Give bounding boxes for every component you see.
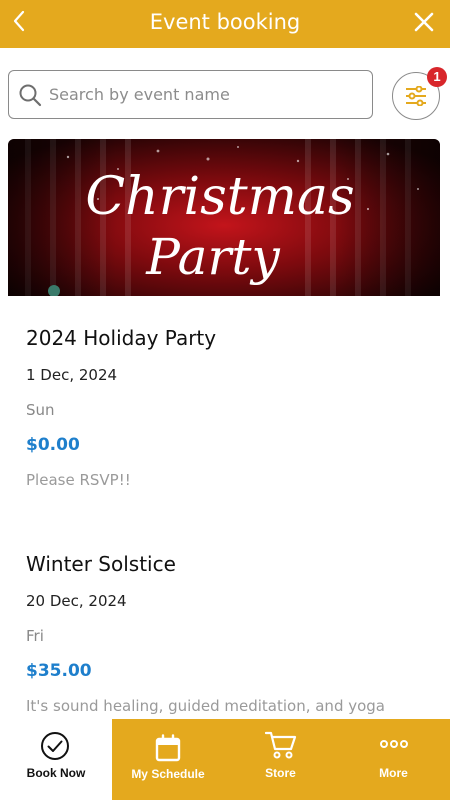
event-price: $0.00	[26, 435, 80, 455]
banner-title-line1: Christmas	[85, 167, 354, 227]
page-title: Event booking	[149, 10, 301, 34]
search-icon	[19, 84, 42, 107]
tab-book-now[interactable]: Book Now	[0, 719, 112, 800]
tab-label: Book Now	[26, 766, 86, 780]
event-price: $35.00	[26, 661, 92, 681]
tab-label: Store	[265, 766, 296, 780]
tab-my-schedule[interactable]: My Schedule	[112, 719, 224, 800]
tab-more[interactable]: More	[337, 719, 450, 800]
close-button[interactable]	[412, 10, 436, 34]
christmas-party-image: Christmas Party	[8, 139, 440, 296]
event-date: 20 Dec, 2024	[26, 592, 127, 610]
calendar-icon	[155, 734, 181, 762]
tab-label: My Schedule	[131, 767, 205, 781]
tab-label: More	[379, 766, 408, 780]
event-day: Sun	[26, 401, 55, 419]
filter-count-badge: 1	[427, 67, 447, 87]
check-circle-icon	[41, 732, 69, 760]
close-icon	[414, 12, 434, 32]
tab-store[interactable]: Store	[224, 719, 337, 800]
event-banner-image[interactable]: Christmas Party	[8, 139, 440, 296]
cart-icon	[265, 731, 297, 759]
event-description: Please RSVP!!	[26, 471, 131, 489]
event-date: 1 Dec, 2024	[26, 366, 118, 384]
banner-title-line2: Party	[145, 228, 280, 286]
more-dots-icon	[380, 740, 408, 748]
sliders-icon	[406, 86, 426, 106]
event-day: Fri	[26, 627, 44, 645]
event-description: It's sound healing, guided meditation, a…	[26, 697, 385, 715]
event-title[interactable]: 2024 Holiday Party	[26, 326, 216, 350]
search-input[interactable]: Search by event name	[8, 70, 373, 119]
event-title[interactable]: Winter Solstice	[26, 552, 176, 576]
bottom-tab-bar: Book Now My Schedule Store More	[0, 719, 450, 800]
search-placeholder: Search by event name	[49, 85, 230, 104]
app-header: Event booking	[0, 0, 450, 48]
